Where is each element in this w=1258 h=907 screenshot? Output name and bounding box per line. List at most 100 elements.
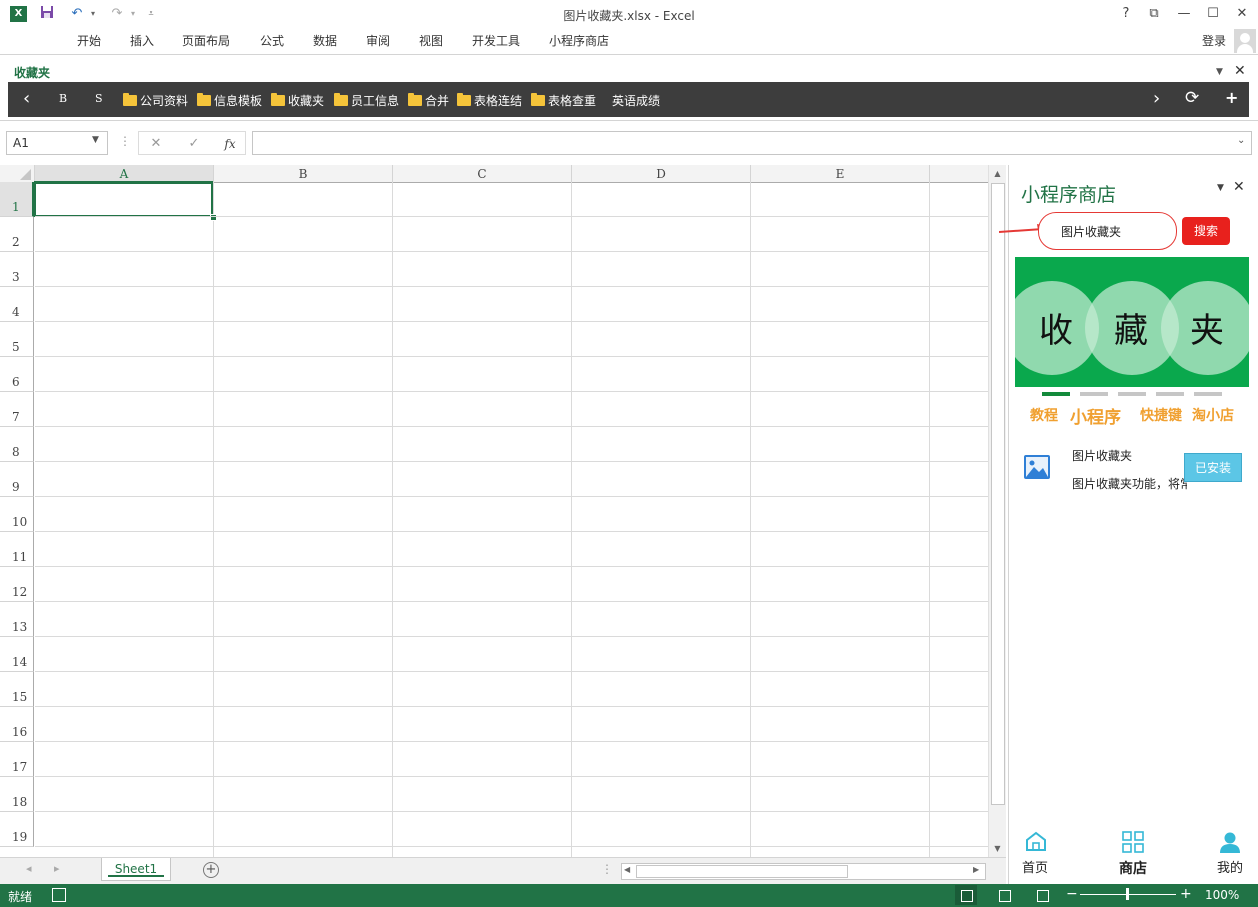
folder-merge[interactable]: 合并 — [408, 92, 449, 109]
tab-review[interactable]: 审阅 — [364, 28, 392, 54]
category-shortcuts[interactable]: 快捷键 — [1140, 405, 1182, 425]
row-header[interactable]: 16 — [0, 707, 34, 742]
favorites-s-button[interactable]: S — [95, 92, 103, 105]
nav-mine[interactable]: 我的 — [1210, 857, 1250, 876]
row-header[interactable]: 2 — [0, 217, 34, 252]
folder-favorites[interactable]: 收藏夹 — [271, 92, 324, 109]
tab-home[interactable]: 开始 — [75, 28, 103, 54]
tab-splitter-icon[interactable]: ⋮ — [601, 862, 613, 876]
carousel-dot[interactable] — [1156, 392, 1184, 396]
favorites-b-button[interactable]: B — [59, 92, 67, 105]
worksheet-grid[interactable]: A B C D E 1 2 3 4 5 6 7 8 9 10 11 12 13 14 15 16 17 18 19 — [0, 165, 988, 857]
row-header[interactable]: 12 — [0, 567, 34, 602]
ribbon-collapse-icon[interactable]: ▼ — [1216, 67, 1223, 77]
folder-table-links[interactable]: 表格连结 — [457, 92, 522, 109]
carousel-dot[interactable] — [1080, 392, 1108, 396]
refresh-icon[interactable]: ⟳ — [1185, 88, 1199, 108]
sheet-tab-sheet1[interactable]: Sheet1 — [101, 858, 171, 881]
tab-page-layout[interactable]: 页面布局 — [180, 28, 232, 54]
row-header[interactable]: 7 — [0, 392, 34, 427]
scroll-down-icon[interactable]: ▼ — [989, 844, 1006, 853]
category-shop[interactable]: 淘小店 — [1192, 405, 1234, 425]
panel-close-icon[interactable]: ✕ — [1233, 179, 1245, 195]
folder-company-docs[interactable]: 公司资料 — [123, 92, 188, 109]
expand-formula-icon[interactable]: ⌄ — [1237, 135, 1245, 146]
column-header-b[interactable]: B — [214, 165, 393, 183]
insert-function-icon[interactable]: fx — [219, 132, 241, 156]
page-break-view-icon[interactable] — [1037, 890, 1049, 902]
scrollbar-thumb[interactable] — [991, 183, 1005, 805]
row-header[interactable]: 19 — [0, 812, 34, 847]
zoom-out-button[interactable]: − — [1066, 886, 1078, 902]
search-button[interactable]: 搜索 — [1182, 217, 1230, 245]
add-sheet-button[interactable]: + — [203, 862, 219, 878]
nav-home[interactable]: 首页 — [1015, 857, 1055, 876]
zoom-in-button[interactable]: + — [1180, 886, 1192, 902]
favorites-back-button[interactable]: ‹ — [23, 88, 30, 109]
row-header[interactable]: 13 — [0, 602, 34, 637]
name-box[interactable]: A1 ▼ — [6, 131, 108, 155]
tab-view[interactable]: 视图 — [417, 28, 445, 54]
confirm-entry-icon[interactable]: ✓ — [183, 132, 205, 156]
column-header-d[interactable]: D — [572, 165, 751, 183]
carousel-dot[interactable] — [1118, 392, 1146, 396]
row-header[interactable]: 11 — [0, 532, 34, 567]
row-header[interactable]: 10 — [0, 497, 34, 532]
category-mini-program[interactable]: 小程序 — [1070, 403, 1121, 428]
favorite-english-scores[interactable]: 英语成绩 — [612, 92, 660, 109]
tab-developer[interactable]: 开发工具 — [470, 28, 522, 54]
zoom-level[interactable]: 100% — [1205, 888, 1239, 902]
row-header[interactable]: 18 — [0, 777, 34, 812]
login-link[interactable]: 登录 — [1202, 32, 1226, 49]
horizontal-scrollbar[interactable]: ◀ ▶ — [621, 863, 986, 880]
nav-store[interactable]: 商店 — [1113, 858, 1153, 878]
installed-button[interactable]: 已安装 — [1184, 453, 1242, 482]
scroll-left-icon[interactable]: ◀ — [624, 865, 630, 874]
row-header[interactable]: 8 — [0, 427, 34, 462]
next-sheet-icon[interactable]: ▸ — [54, 862, 60, 875]
macro-record-icon[interactable] — [52, 888, 66, 902]
tab-formulas[interactable]: 公式 — [258, 28, 286, 54]
favorites-close-icon[interactable]: ✕ — [1234, 63, 1246, 79]
carousel-dot[interactable] — [1042, 392, 1070, 396]
tab-insert[interactable]: 插入 — [128, 28, 156, 54]
cancel-entry-icon[interactable]: ✕ — [145, 132, 167, 156]
folder-employee-info[interactable]: 员工信息 — [334, 92, 399, 109]
row-header[interactable]: 1 — [0, 182, 34, 217]
folder-table-dedupe[interactable]: 表格查重 — [531, 92, 596, 109]
favorites-forward-button[interactable]: › — [1153, 88, 1160, 109]
tab-mini-program-store[interactable]: 小程序商店 — [547, 28, 611, 54]
folder-info-templates[interactable]: 信息模板 — [197, 92, 262, 109]
row-header[interactable]: 4 — [0, 287, 34, 322]
row-header[interactable]: 14 — [0, 637, 34, 672]
ribbon-display-button[interactable]: ⧉ — [1142, 4, 1166, 24]
prev-sheet-icon[interactable]: ◂ — [26, 862, 32, 875]
avatar[interactable] — [1234, 29, 1256, 53]
vertical-scrollbar[interactable]: ▲ ▼ — [988, 165, 1006, 857]
row-header[interactable]: 5 — [0, 322, 34, 357]
category-tutorial[interactable]: 教程 — [1030, 405, 1058, 425]
row-header[interactable]: 3 — [0, 252, 34, 287]
scrollbar-thumb[interactable] — [636, 865, 848, 878]
column-header-e[interactable]: E — [751, 165, 930, 183]
minimize-button[interactable]: — — [1172, 4, 1196, 24]
column-header-c[interactable]: C — [393, 165, 572, 183]
page-layout-view-icon[interactable] — [999, 890, 1011, 902]
maximize-button[interactable]: ☐ — [1201, 4, 1225, 24]
zoom-slider-thumb[interactable] — [1126, 888, 1129, 900]
selected-cell-a1[interactable] — [34, 181, 213, 217]
select-all-corner[interactable] — [0, 165, 35, 183]
chevron-down-icon[interactable]: ▼ — [92, 135, 99, 145]
plugin-name[interactable]: 图片收藏夹 — [1072, 447, 1132, 464]
row-header[interactable]: 6 — [0, 357, 34, 392]
scroll-right-icon[interactable]: ▶ — [973, 865, 979, 874]
close-button[interactable]: ✕ — [1230, 4, 1254, 24]
row-header[interactable]: 17 — [0, 742, 34, 777]
scroll-up-icon[interactable]: ▲ — [989, 169, 1006, 178]
add-favorite-button[interactable]: + — [1225, 88, 1238, 107]
row-header[interactable]: 9 — [0, 462, 34, 497]
help-button[interactable]: ? — [1114, 4, 1138, 24]
panel-options-icon[interactable]: ▼ — [1217, 183, 1224, 193]
formula-input[interactable]: ⌄ — [252, 131, 1252, 155]
store-search-input[interactable]: 图片收藏夹 — [1038, 212, 1177, 250]
